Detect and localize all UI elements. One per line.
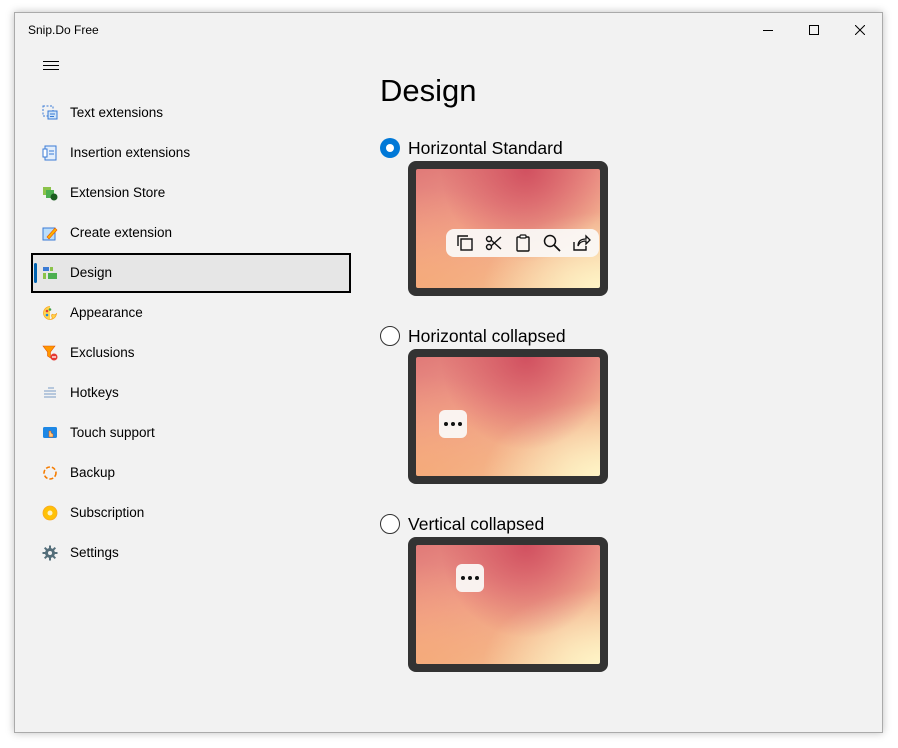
sidebar-item-backup[interactable]: Backup xyxy=(31,453,351,493)
sidebar-item-label: Insertion extensions xyxy=(70,145,191,160)
hotkeys-icon xyxy=(44,387,56,398)
more-icon xyxy=(439,410,467,438)
sidebar-item-label: Subscription xyxy=(70,505,145,520)
cut-icon xyxy=(485,235,501,251)
radio-horizontal-collapsed[interactable] xyxy=(380,326,400,346)
sidebar-item-label: Hotkeys xyxy=(70,385,119,400)
maximize-icon xyxy=(809,25,819,35)
preview-vertical-collapsed[interactable] xyxy=(408,537,608,672)
design-icon xyxy=(43,267,57,279)
sidebar-item-label: Settings xyxy=(70,545,119,560)
sidebar-item-design[interactable]: Design xyxy=(31,253,351,293)
radio-horizontal-standard[interactable] xyxy=(380,138,400,158)
preview-screen xyxy=(416,169,600,288)
sidebar-item-extension-store[interactable]: Extension Store xyxy=(31,173,351,213)
page-title: Design xyxy=(380,73,477,108)
sidebar-item-touch-support[interactable]: Touch support xyxy=(31,413,351,453)
copy-icon xyxy=(456,235,473,251)
minimize-icon xyxy=(763,30,773,31)
selection-indicator xyxy=(34,263,37,283)
subscription-icon xyxy=(42,505,58,521)
title-bar[interactable]: Snip.Do Free xyxy=(15,13,882,47)
sidebar-nav: Text extensions Insertion extensions Ext… xyxy=(31,93,351,573)
insertion-extensions-icon xyxy=(42,145,57,161)
option-label[interactable]: Horizontal Standard xyxy=(408,138,563,159)
preview-horizontal-collapsed[interactable] xyxy=(408,349,608,484)
sidebar-item-insertion-extensions[interactable]: Insertion extensions xyxy=(31,133,351,173)
preview-toolbar xyxy=(446,229,599,257)
sidebar-item-label: Appearance xyxy=(70,305,143,320)
sidebar-item-subscription[interactable]: Subscription xyxy=(31,493,351,533)
sidebar-item-label: Text extensions xyxy=(70,105,164,120)
touch-support-icon xyxy=(43,427,57,438)
hamburger-menu-icon[interactable] xyxy=(43,61,59,73)
minimize-button[interactable] xyxy=(745,13,791,47)
sidebar-item-label: Backup xyxy=(70,465,116,480)
sidebar-item-hotkeys[interactable]: Hotkeys xyxy=(31,373,351,413)
gear-icon xyxy=(42,545,58,561)
more-icon xyxy=(456,564,484,592)
app-window: Snip.Do Free Text extensions Insertion e… xyxy=(14,12,883,733)
window-title: Snip.Do Free xyxy=(28,23,99,37)
sidebar-item-label: Touch support xyxy=(70,425,155,440)
preview-screen xyxy=(416,357,600,476)
text-extensions-icon xyxy=(42,105,58,120)
create-extension-icon xyxy=(42,227,58,241)
option-label[interactable]: Vertical collapsed xyxy=(408,514,544,535)
sidebar-item-create-extension[interactable]: Create extension xyxy=(31,213,351,253)
extension-store-icon xyxy=(43,187,58,201)
radio-vertical-collapsed[interactable] xyxy=(380,514,400,534)
sidebar-item-settings[interactable]: Settings xyxy=(31,533,351,573)
close-icon xyxy=(855,25,865,35)
exclusions-icon xyxy=(42,345,58,361)
close-button[interactable] xyxy=(837,13,883,47)
sidebar-item-label: Exclusions xyxy=(70,345,135,360)
sidebar-item-label: Extension Store xyxy=(70,185,166,200)
maximize-button[interactable] xyxy=(791,13,837,47)
option-label[interactable]: Horizontal collapsed xyxy=(408,326,566,347)
preview-horizontal-standard[interactable] xyxy=(408,161,608,296)
paste-icon xyxy=(515,234,530,252)
sidebar-item-text-extensions[interactable]: Text extensions xyxy=(31,93,351,133)
share-icon xyxy=(572,234,591,251)
sidebar-item-label: Create extension xyxy=(70,225,173,240)
search-icon xyxy=(543,234,561,252)
sidebar-item-appearance[interactable]: Appearance xyxy=(31,293,351,333)
appearance-icon xyxy=(43,306,57,320)
backup-icon xyxy=(43,466,57,480)
sidebar-item-exclusions[interactable]: Exclusions xyxy=(31,333,351,373)
preview-screen xyxy=(416,545,600,664)
sidebar-item-label: Design xyxy=(70,265,113,280)
